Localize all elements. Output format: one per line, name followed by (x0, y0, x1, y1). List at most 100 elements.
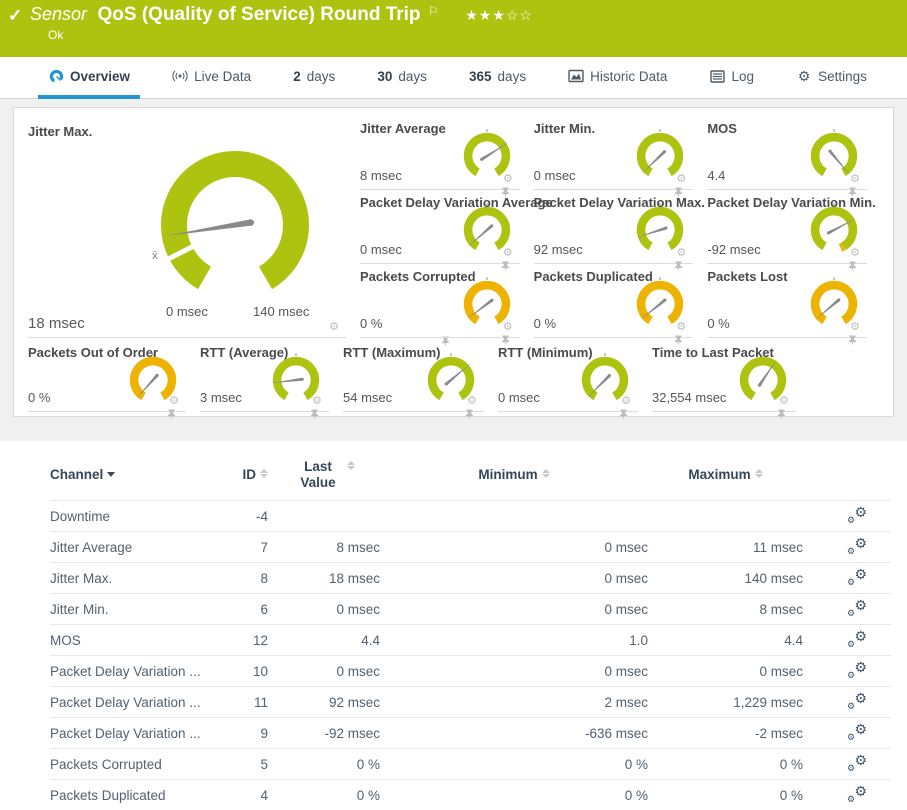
channel-settings-gears-icon[interactable]: ⚙⚙ (847, 692, 867, 710)
channel-name[interactable]: MOS (50, 633, 228, 648)
gauge-settings-gear-icon[interactable]: ⚙ (850, 174, 860, 185)
channel-maximum: 140 msec (648, 571, 803, 586)
main-gauge-min-label: 0 msec (166, 304, 208, 319)
gauge-settings-gear-icon[interactable]: ⚙ (503, 248, 513, 259)
column-header-last-value[interactable]: Last Value (268, 459, 380, 490)
page-title: QoS (Quality of Service) Round Trip (98, 4, 421, 25)
table-row: Jitter Max. 8 18 msec 0 msec 140 msec ⚙⚙ (50, 562, 891, 593)
channel-id: 10 (228, 664, 268, 679)
gauge-title: Jitter Average (360, 121, 446, 136)
sort-icon (755, 469, 763, 478)
channel-settings-gears-icon[interactable]: ⚙⚙ (847, 785, 867, 803)
table-row: Downtime -4 ⚙⚙ (50, 500, 891, 531)
channel-name[interactable]: Packets Duplicated (50, 788, 228, 803)
table-row: Jitter Average 7 8 msec 0 msec 11 msec ⚙… (50, 531, 891, 562)
tab-365-days[interactable]: 365 days (459, 57, 536, 99)
priority-stars[interactable]: ★★★☆☆ (465, 7, 533, 23)
gauge-title: Packet Delay Variation Average (360, 195, 553, 210)
gauge-settings-gear-icon[interactable]: ⚙ (169, 396, 179, 407)
gauge-value: 0 msec (534, 168, 576, 183)
gauge-block-packets-corrupted: Packets Corrupted 0 % ⚙ (360, 264, 520, 338)
channel-minimum: 0 % (380, 757, 648, 772)
channel-last-value: 0 % (268, 757, 380, 772)
gauge-settings-gear-icon[interactable]: ⚙ (312, 396, 322, 407)
gauge-value: 0 msec (498, 390, 540, 405)
gauge-title: Packets Corrupted (360, 269, 476, 284)
gauge-settings-gear-icon[interactable]: ⚙ (621, 396, 631, 407)
main-gauge: x̄ (140, 130, 330, 320)
column-header-channel[interactable]: Channel (50, 467, 228, 482)
historic-icon (568, 68, 584, 84)
gauge-value: -92 msec (707, 242, 760, 257)
table-row: Packet Delay Variation ... 9 -92 msec -6… (50, 717, 891, 748)
channel-last-value: 18 msec (268, 571, 380, 586)
channel-settings-gears-icon[interactable]: ⚙⚙ (847, 630, 867, 648)
gauge-settings-gear-icon[interactable]: ⚙ (467, 396, 477, 407)
gauge-settings-gear-icon[interactable]: ⚙ (850, 322, 860, 333)
tab-2-days[interactable]: 2 days (283, 57, 345, 99)
channel-maximum: 4.4 (648, 633, 803, 648)
channel-settings-gears-icon[interactable]: ⚙⚙ (847, 754, 867, 772)
table-row: Packet Delay Variation ... 10 0 msec 0 m… (50, 655, 891, 686)
table-header-row: Channel ID Last Value Minimum Maximum (50, 459, 891, 500)
gauge-settings-gear-icon[interactable]: ⚙ (503, 322, 513, 333)
channel-minimum: 0 msec (380, 664, 648, 679)
channel-name[interactable]: Jitter Average (50, 540, 228, 555)
column-header-minimum[interactable]: Minimum (380, 467, 648, 482)
live-icon (172, 68, 188, 84)
gauge-settings-gear-icon[interactable]: ⚙ (779, 396, 789, 407)
channel-last-value: 8 msec (268, 540, 380, 555)
channel-minimum: 0 msec (380, 571, 648, 586)
channel-settings-gears-icon[interactable]: ⚙⚙ (847, 599, 867, 617)
channel-name[interactable]: Jitter Min. (50, 602, 228, 617)
tab-log[interactable]: Log (700, 57, 765, 99)
column-header-id[interactable]: ID (228, 467, 268, 482)
channel-name[interactable]: Downtime (50, 509, 228, 524)
channel-settings-gears-icon[interactable]: ⚙⚙ (847, 537, 867, 555)
gauge-settings-gear-icon[interactable]: ⚙ (850, 248, 860, 259)
column-header-maximum[interactable]: Maximum (648, 467, 803, 482)
tab-30-days[interactable]: 30 days (367, 57, 437, 99)
channel-name[interactable]: Jitter Max. (50, 571, 228, 586)
gauge-value: 0 % (360, 316, 382, 331)
gauge-settings-gear-icon[interactable]: ⚙ (676, 322, 686, 333)
channel-last-value: 4.4 (268, 633, 380, 648)
channel-settings-gears-icon[interactable]: ⚙⚙ (847, 661, 867, 679)
sort-desc-icon (107, 472, 115, 477)
channel-settings-gears-icon[interactable]: ⚙⚙ (847, 568, 867, 586)
channel-name[interactable]: Packet Delay Variation ... (50, 726, 228, 741)
channel-table: Channel ID Last Value Minimum Maximum Do… (0, 441, 907, 810)
tab-overview[interactable]: Overview (38, 57, 140, 99)
sort-icon (260, 469, 268, 478)
gauge-settings-gear-icon[interactable]: ⚙ (329, 322, 339, 333)
channel-name[interactable]: Packet Delay Variation ... (50, 695, 228, 710)
gauge-block-packets-duplicated: Packets Duplicated 0 % ⚙ (534, 264, 694, 338)
gauge-block-packets-lost: Packets Lost 0 % ⚙ (707, 264, 867, 338)
gauges-panel: Jitter Max. x̄ 0 msec 140 msec 18 msec ⚙… (13, 107, 894, 417)
tab-live-data[interactable]: Live Data (162, 57, 261, 99)
log-icon (710, 68, 726, 84)
section-divider (0, 417, 907, 441)
gauge-settings-gear-icon[interactable]: ⚙ (676, 248, 686, 259)
tab-historic-data[interactable]: Historic Data (558, 57, 677, 99)
channel-settings-gears-icon[interactable]: ⚙⚙ (847, 723, 867, 741)
table-row: MOS 12 4.4 1.0 4.4 ⚙⚙ (50, 624, 891, 655)
gauge-settings-gear-icon[interactable]: ⚙ (503, 174, 513, 185)
flag-icon[interactable]: ⚐ (428, 4, 439, 18)
sensor-kind-label: Sensor (30, 4, 87, 24)
tab-settings[interactable]: ⚙ Settings (786, 57, 877, 99)
overview-area: Jitter Max. x̄ 0 msec 140 msec 18 msec ⚙… (0, 99, 907, 417)
channel-name[interactable]: Packet Delay Variation ... (50, 664, 228, 679)
channel-minimum: 2 msec (380, 695, 648, 710)
channel-settings-gears-icon[interactable]: ⚙⚙ (847, 506, 867, 524)
channel-name[interactable]: Packets Corrupted (50, 757, 228, 772)
gauge-settings-gear-icon[interactable]: ⚙ (676, 174, 686, 185)
tab-bar: Overview Live Data 2 days 30 days 365 da… (0, 57, 907, 99)
table-row: Packets Corrupted 5 0 % 0 % 0 % ⚙⚙ (50, 748, 891, 779)
channel-id: 6 (228, 602, 268, 617)
svg-text:x̄: x̄ (152, 250, 158, 262)
settings-icon: ⚙ (796, 68, 812, 84)
gauge-value: 0 % (707, 316, 729, 331)
main-gauge-block: Jitter Max. x̄ 0 msec 140 msec 18 msec ⚙ (28, 116, 346, 338)
main-gauge-value: 18 msec (28, 315, 85, 332)
